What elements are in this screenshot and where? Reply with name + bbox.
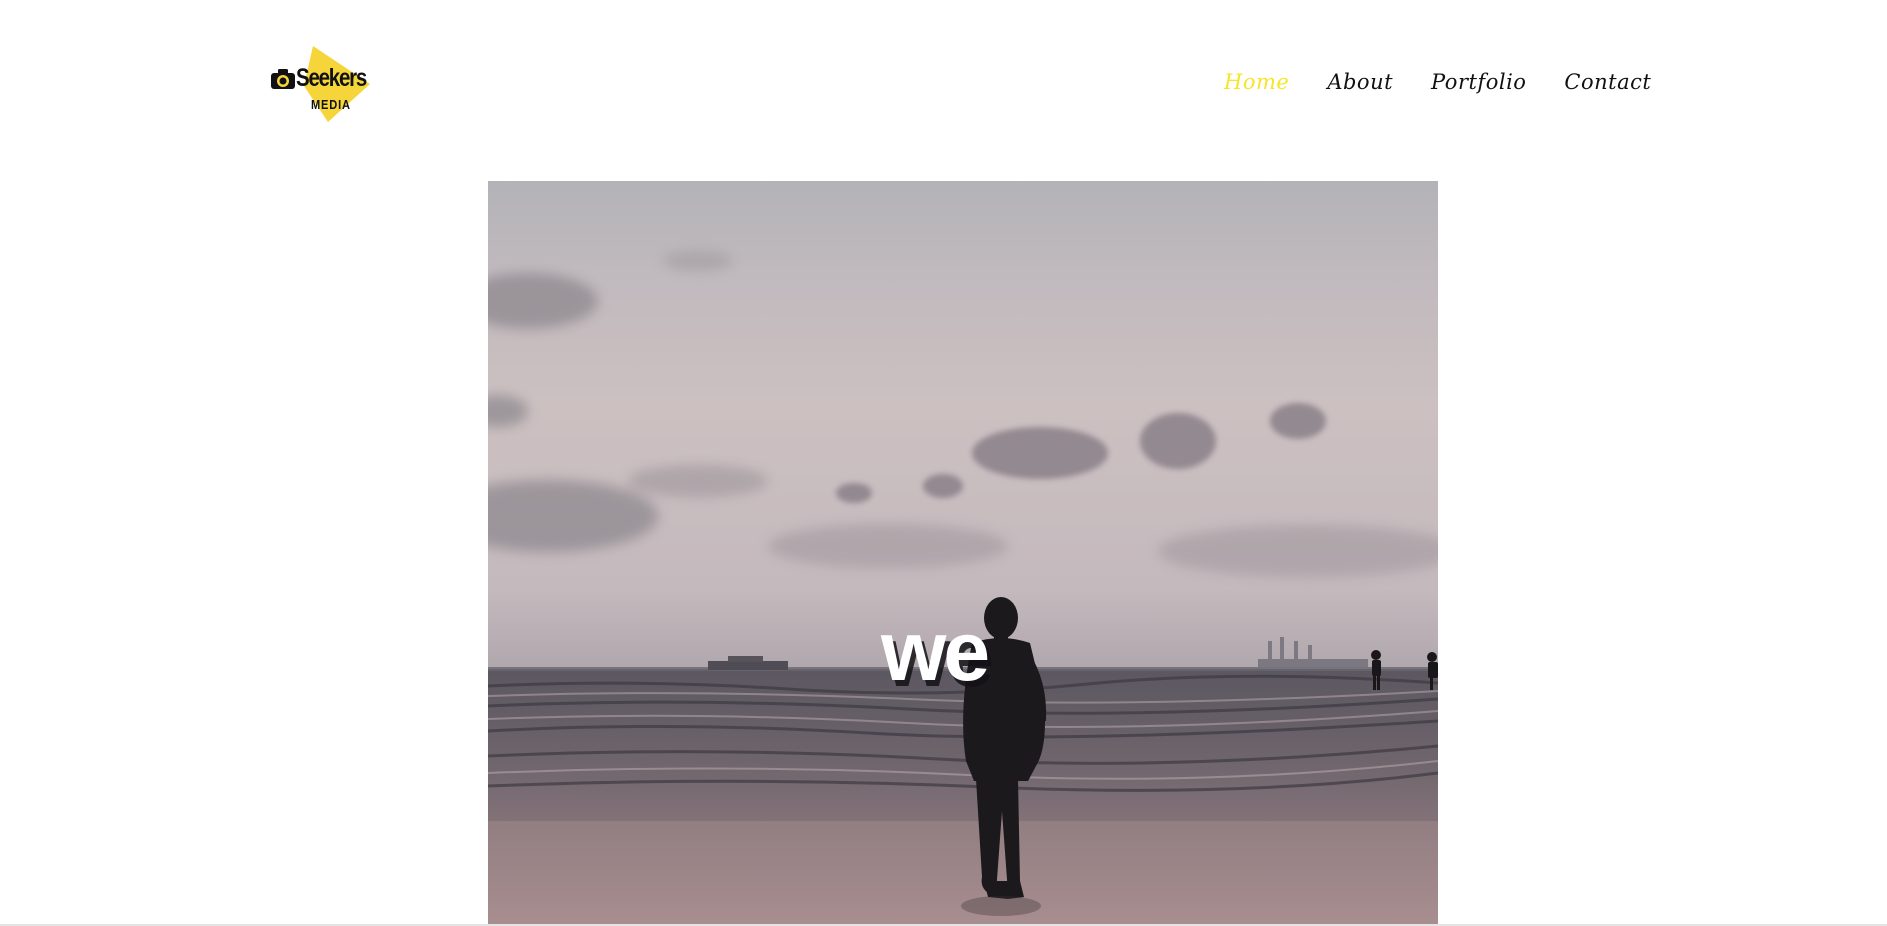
- nav-link-portfolio[interactable]: Portfolio: [1431, 72, 1526, 93]
- hero-overlay-text: we: [881, 604, 990, 698]
- main-nav: Home About Portfolio Contact: [1224, 72, 1689, 93]
- nav-link-contact[interactable]: Contact: [1564, 72, 1651, 93]
- brand-logo[interactable]: Seekers MEDIA: [266, 44, 376, 124]
- brand-subtitle: MEDIA: [311, 97, 351, 112]
- hero-video[interactable]: we: [488, 181, 1438, 924]
- nav-link-home[interactable]: Home: [1224, 72, 1289, 93]
- nav-link-about[interactable]: About: [1327, 72, 1393, 93]
- brand-name: Seekers: [296, 64, 367, 92]
- beach-scene-image: [488, 251, 1438, 924]
- camera-icon: [271, 69, 295, 89]
